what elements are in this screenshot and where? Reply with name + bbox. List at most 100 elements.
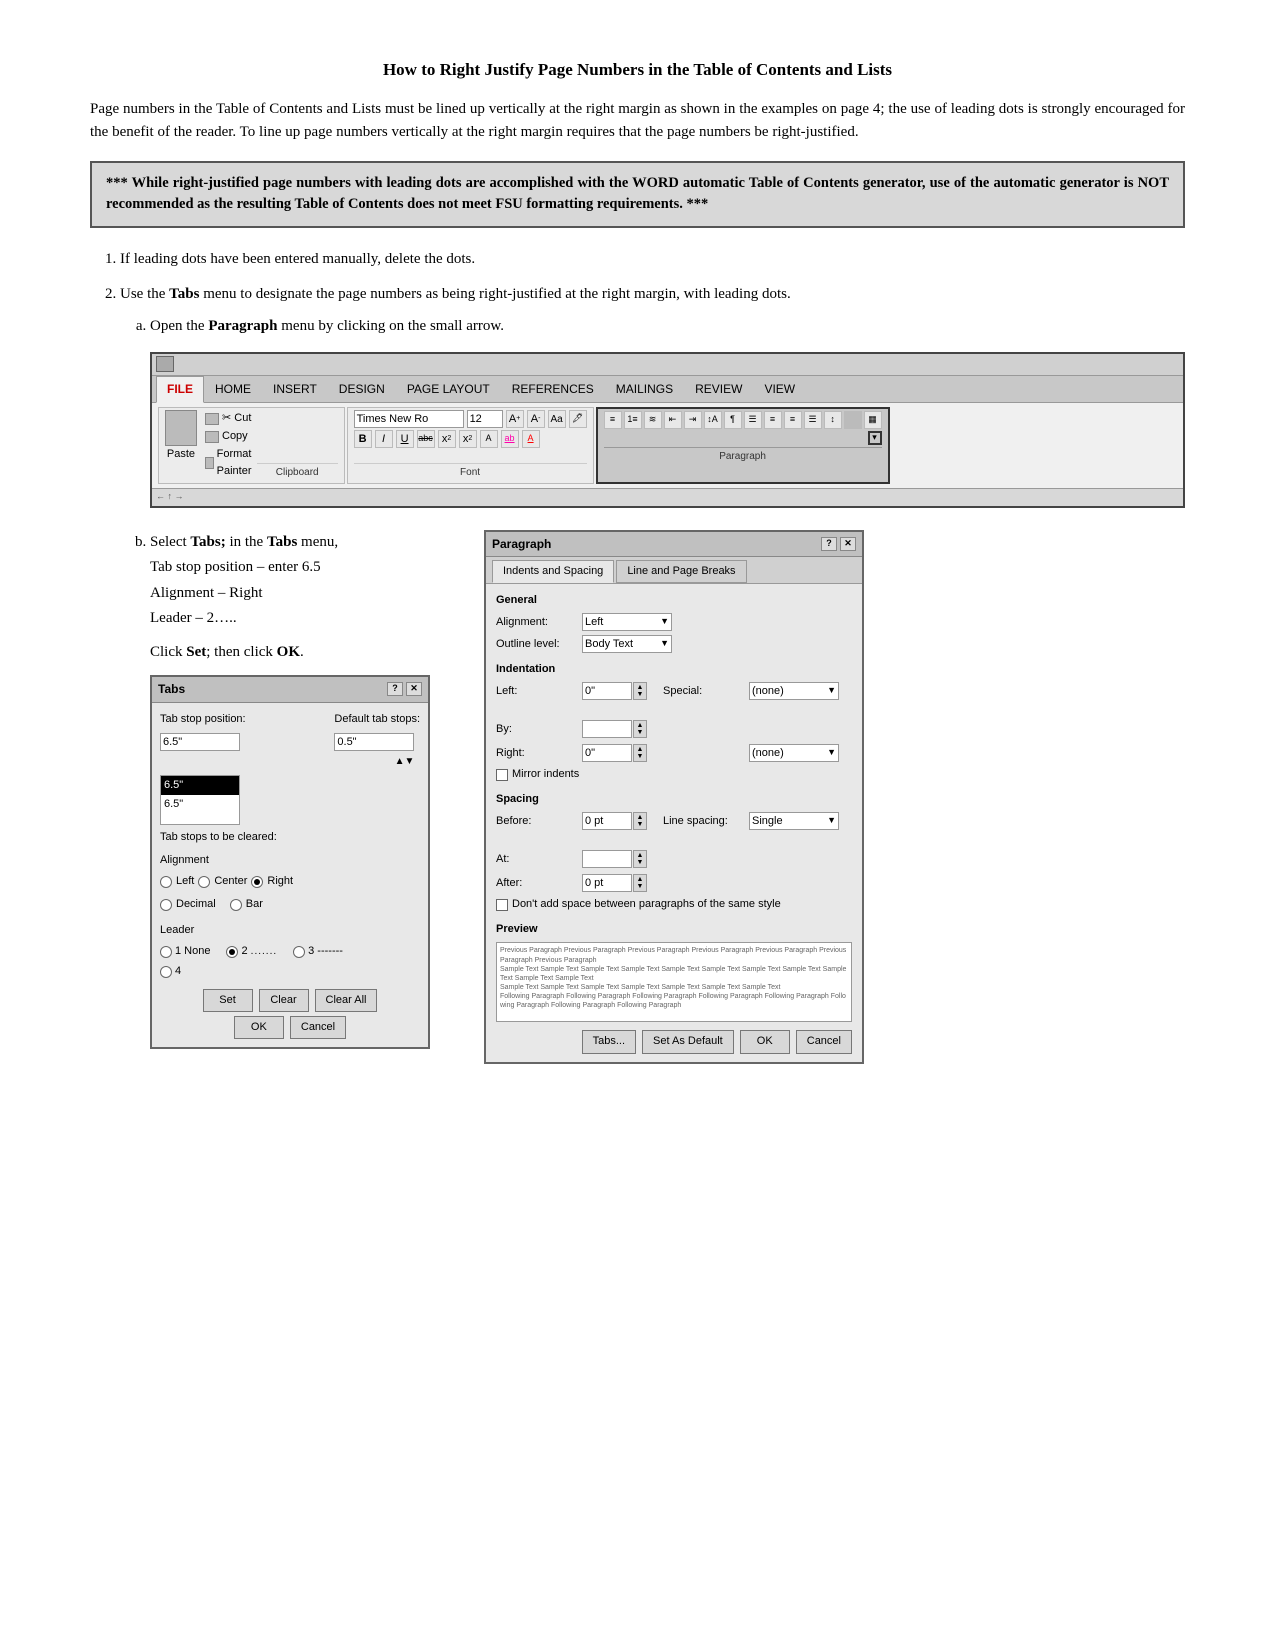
font-misc-btn[interactable]: 🖋 xyxy=(569,410,587,428)
leader-none-option[interactable]: 1 None xyxy=(160,943,210,960)
para-tabs-button[interactable]: Tabs... xyxy=(582,1030,636,1053)
decrease-font-button[interactable]: A- xyxy=(527,410,545,428)
set-button[interactable]: Set xyxy=(203,989,253,1012)
indent-special-dropdown[interactable]: (none) ▼ xyxy=(749,682,839,700)
default-spin-arrows[interactable]: ▲▼ xyxy=(334,754,414,770)
subscript-button[interactable]: x2 xyxy=(438,430,456,448)
align-decimal-option[interactable]: Decimal xyxy=(160,896,216,913)
align-bar-option[interactable]: Bar xyxy=(230,896,263,913)
spacing-after-input[interactable] xyxy=(582,874,632,892)
copy-button[interactable]: Copy xyxy=(205,428,257,445)
indent-right-input[interactable] xyxy=(582,744,632,762)
tab-stop-input[interactable] xyxy=(160,733,240,751)
tabs-dialog-help-button[interactable]: ? xyxy=(387,682,403,696)
bold-button[interactable]: B xyxy=(354,430,372,448)
leader-dots-option[interactable]: 2 ....... xyxy=(226,943,277,960)
align-center-button[interactable]: ≡ xyxy=(764,411,782,429)
indent-left-input[interactable] xyxy=(582,682,632,700)
cut-button[interactable]: ✂ Cut xyxy=(205,410,257,427)
leader-dashes-option[interactable]: 3 ------- xyxy=(293,943,343,960)
bullets-button[interactable]: ≡ xyxy=(604,411,622,429)
leader-dots-radio[interactable] xyxy=(226,946,238,958)
decrease-indent-button[interactable]: ⇤ xyxy=(664,411,682,429)
clear-button[interactable]: Clear xyxy=(259,989,309,1012)
para-dialog-close-button[interactable]: ✕ xyxy=(840,537,856,551)
italic-button[interactable]: I xyxy=(375,430,393,448)
strikethrough-button[interactable]: abc xyxy=(417,430,435,448)
align-left-radio[interactable] xyxy=(160,876,172,888)
text-effects-button[interactable]: A xyxy=(480,430,498,448)
para-tab-line-page-breaks[interactable]: Line and Page Breaks xyxy=(616,560,746,583)
dont-add-space-checkbox[interactable] xyxy=(496,899,508,911)
align-right-radio[interactable] xyxy=(251,876,263,888)
indent-none-dropdown[interactable]: (none) ▼ xyxy=(749,744,839,762)
leader-dashes-radio[interactable] xyxy=(293,946,305,958)
leader-4-radio[interactable] xyxy=(160,966,172,978)
aa-button[interactable]: Aa xyxy=(548,410,566,428)
border-button[interactable]: ▦ xyxy=(864,411,882,429)
indent-by-input[interactable] xyxy=(582,720,632,738)
mirror-indents-checkbox[interactable] xyxy=(496,769,508,781)
para-ok-button[interactable]: OK xyxy=(740,1030,790,1053)
multilevel-button[interactable]: ≋ xyxy=(644,411,662,429)
align-decimal-radio[interactable] xyxy=(160,899,172,911)
tab-review[interactable]: REVIEW xyxy=(684,376,753,403)
tabs-ok-button[interactable]: OK xyxy=(234,1016,284,1039)
numbering-button[interactable]: 1≡ xyxy=(624,411,642,429)
default-tab-input[interactable] xyxy=(334,733,414,751)
tab-references[interactable]: REFERENCES xyxy=(501,376,605,403)
indent-left-spin-arrows[interactable]: ▲▼ xyxy=(633,682,647,700)
justify-button[interactable]: ☰ xyxy=(804,411,822,429)
align-center-option[interactable]: Center xyxy=(198,873,247,890)
tab-design[interactable]: DESIGN xyxy=(328,376,396,403)
spacing-after-spin-arrows[interactable]: ▲▼ xyxy=(633,874,647,892)
increase-indent-button[interactable]: ⇥ xyxy=(684,411,702,429)
font-size-dropdown[interactable]: 12 xyxy=(467,410,503,428)
font-color-button[interactable]: A xyxy=(522,430,540,448)
paste-icon[interactable] xyxy=(165,410,197,446)
align-bar-radio[interactable] xyxy=(230,899,242,911)
text-highlight-button[interactable]: ab xyxy=(501,430,519,448)
format-painter-button[interactable]: Format Painter xyxy=(205,446,257,480)
alignment-dropdown[interactable]: Left ▼ xyxy=(582,613,672,631)
leader-none-radio[interactable] xyxy=(160,946,172,958)
outline-dropdown[interactable]: Body Text ▼ xyxy=(582,635,672,653)
font-name-dropdown[interactable]: Times New Ro xyxy=(354,410,464,428)
spacing-at-input[interactable] xyxy=(582,850,632,868)
tabs-cancel-button[interactable]: Cancel xyxy=(290,1016,346,1039)
increase-font-button[interactable]: A+ xyxy=(506,410,524,428)
para-tab-indents-spacing[interactable]: Indents and Spacing xyxy=(492,560,614,583)
listbox-item-1[interactable]: 6.5" xyxy=(161,776,239,795)
spacing-at-spin-arrows[interactable]: ▲▼ xyxy=(633,850,647,868)
shading-button[interactable] xyxy=(844,411,862,429)
underline-button[interactable]: U xyxy=(396,430,414,448)
clear-all-button[interactable]: Clear All xyxy=(315,989,378,1012)
listbox-item-2[interactable]: 6.5" xyxy=(161,795,239,814)
tab-stop-listbox[interactable]: 6.5" 6.5" xyxy=(160,775,240,825)
line-spacing-dropdown[interactable]: Single ▼ xyxy=(749,812,839,830)
align-right-button[interactable]: ≡ xyxy=(784,411,802,429)
para-set-default-button[interactable]: Set As Default xyxy=(642,1030,734,1053)
paste-label[interactable]: Paste xyxy=(167,446,195,463)
line-spacing-para-button[interactable]: ↕ xyxy=(824,411,842,429)
para-dialog-help-button[interactable]: ? xyxy=(821,537,837,551)
align-left-option[interactable]: Left xyxy=(160,873,194,890)
align-center-radio[interactable] xyxy=(198,876,210,888)
indent-right-spin-arrows[interactable]: ▲▼ xyxy=(633,744,647,762)
paragraph-expand-button[interactable]: ▾ xyxy=(868,431,882,445)
superscript-button[interactable]: x2 xyxy=(459,430,477,448)
show-formatting-button[interactable]: ¶ xyxy=(724,411,742,429)
sort-button[interactable]: ↕A xyxy=(704,411,722,429)
tab-page-layout[interactable]: PAGE LAYOUT xyxy=(396,376,501,403)
align-left-button[interactable]: ☰ xyxy=(744,411,762,429)
spacing-before-input[interactable] xyxy=(582,812,632,830)
tab-file[interactable]: FILE xyxy=(156,376,204,404)
tabs-dialog-close-button[interactable]: ✕ xyxy=(406,682,422,696)
align-right-option[interactable]: Right xyxy=(251,873,293,890)
spacing-before-spin-arrows[interactable]: ▲▼ xyxy=(633,812,647,830)
indent-by-spin-arrows[interactable]: ▲▼ xyxy=(633,720,647,738)
para-cancel-button[interactable]: Cancel xyxy=(796,1030,852,1053)
tab-mailings[interactable]: MAILINGS xyxy=(605,376,684,403)
tab-home[interactable]: HOME xyxy=(204,376,262,403)
leader-4-option[interactable]: 4 xyxy=(160,963,181,980)
